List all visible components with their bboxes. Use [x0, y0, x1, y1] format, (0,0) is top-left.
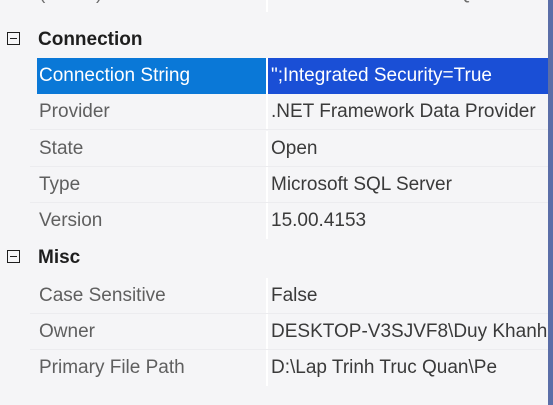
property-value[interactable]: Microsoft SQL Server	[268, 167, 548, 203]
property-name: Case Sensitive	[39, 285, 166, 306]
row-separator	[30, 129, 548, 130]
property-name: Primary File Path	[39, 357, 185, 378]
property-row-connection-string[interactable]: Connection String ";Integrated Security=…	[0, 58, 548, 94]
property-row-name[interactable]: (Name) D:\LAP TRINH TRUC QUAN	[0, 0, 548, 12]
property-row-state[interactable]: State Open	[0, 131, 548, 167]
property-name: Provider	[39, 101, 110, 122]
property-row-version[interactable]: Version 15.00.4153	[0, 203, 548, 239]
category-label: Misc	[38, 247, 81, 268]
property-value[interactable]: D:\LAP TRINH TRUC QUAN	[268, 0, 548, 12]
category-connection[interactable]: Connection	[0, 22, 548, 58]
category-misc[interactable]: Misc	[0, 240, 548, 276]
property-name: Owner	[39, 321, 95, 342]
property-row-primary-file-path[interactable]: Primary File Path D:\Lap Trinh Truc Quan…	[0, 350, 548, 386]
property-name: State	[39, 138, 84, 159]
property-row-type[interactable]: Type Microsoft SQL Server	[0, 167, 548, 203]
minus-box-icon[interactable]	[7, 32, 20, 45]
property-grid: (Name) D:\LAP TRINH TRUC QUAN Connection…	[0, 0, 548, 405]
category-label: Connection	[38, 29, 143, 50]
property-row-case-sensitive[interactable]: Case Sensitive False	[0, 278, 548, 314]
property-name: Type	[39, 174, 81, 195]
property-value[interactable]: .NET Framework Data Provider	[268, 94, 548, 130]
property-value[interactable]: 15.00.4153	[268, 203, 548, 239]
property-value[interactable]: Open	[268, 131, 548, 167]
minus-box-icon[interactable]	[7, 250, 20, 263]
property-row-provider[interactable]: Provider .NET Framework Data Provider	[0, 94, 548, 130]
property-value[interactable]: ";Integrated Security=True	[268, 58, 548, 94]
property-row-owner[interactable]: Owner DESKTOP-V3SJVF8\Duy Khanh	[0, 314, 548, 350]
panel-border	[548, 0, 553, 405]
property-name: Version	[39, 210, 103, 231]
property-name: (Name)	[37, 0, 267, 12]
property-name: Connection String	[37, 58, 267, 94]
property-value[interactable]: False	[268, 278, 548, 314]
property-value[interactable]: DESKTOP-V3SJVF8\Duy Khanh	[268, 314, 548, 350]
property-value[interactable]: D:\Lap Trinh Truc Quan\Pe	[268, 350, 548, 386]
